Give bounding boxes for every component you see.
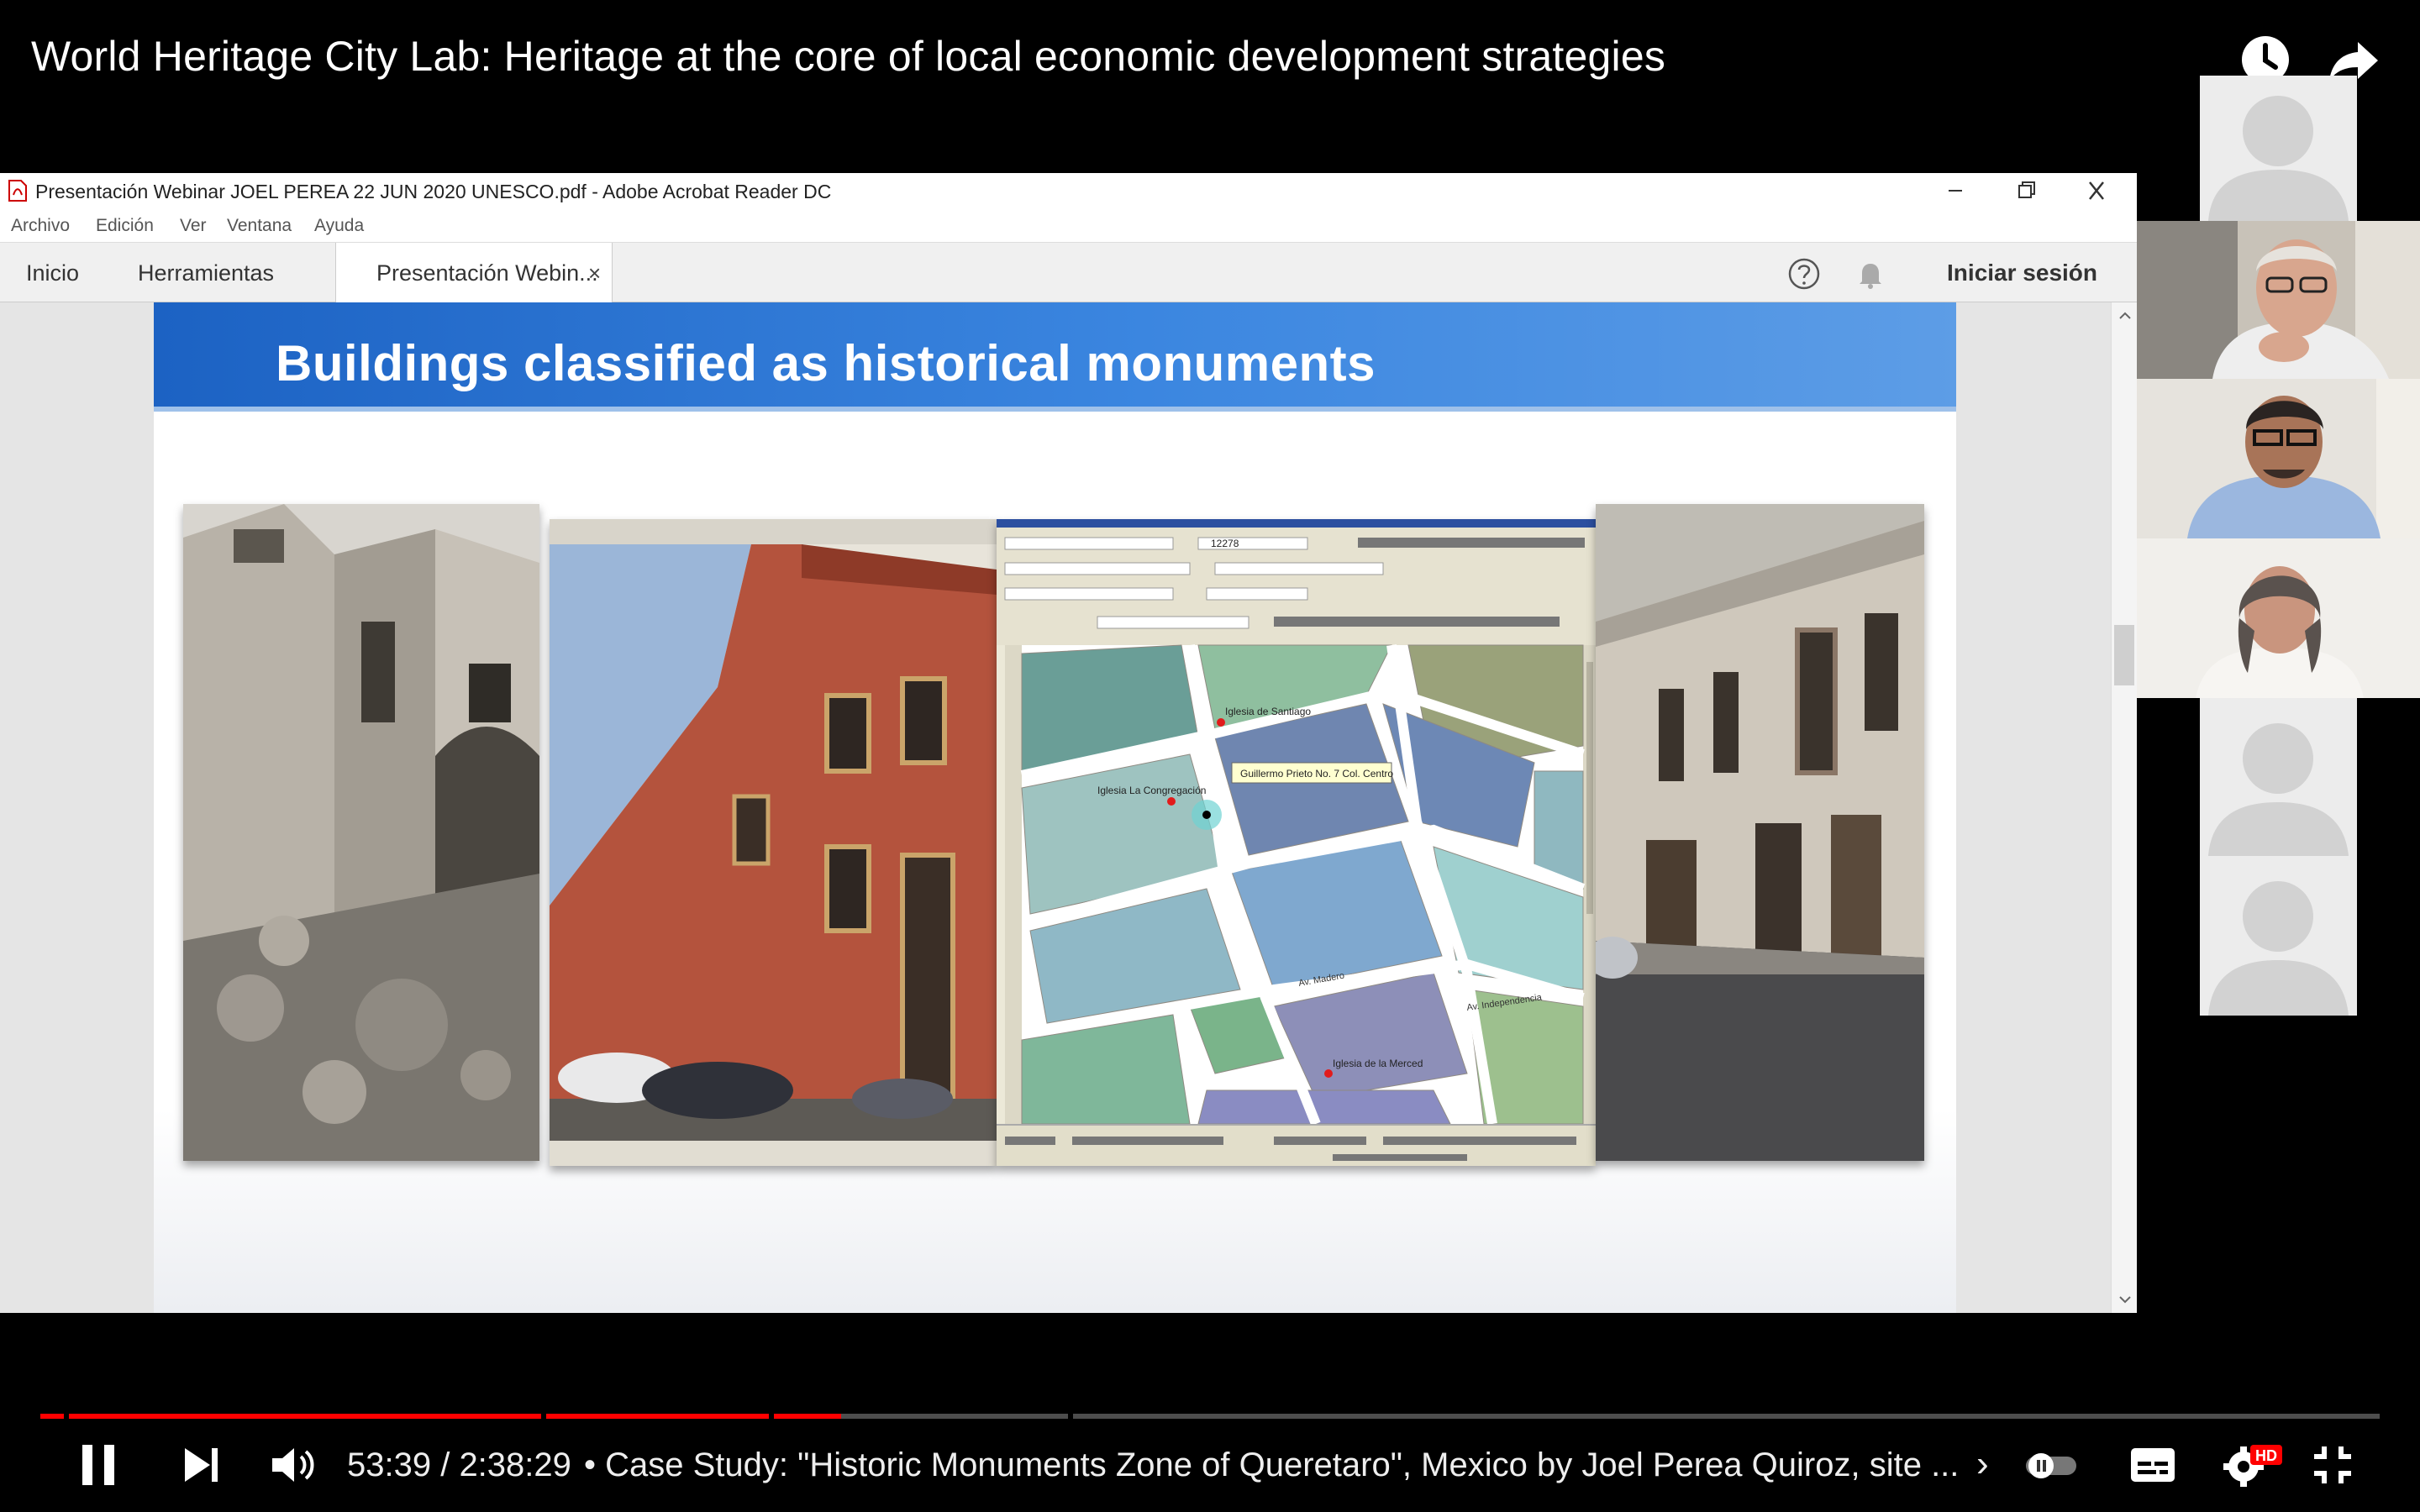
settings-gear-icon[interactable]: HD — [2218, 1440, 2286, 1490]
participant-tile-placeholder — [2200, 76, 2357, 221]
pdf-file-icon — [8, 180, 27, 202]
sign-in-button[interactable]: Iniciar sesión — [1947, 243, 2097, 303]
pause-icon[interactable] — [76, 1440, 123, 1490]
menu-ayuda[interactable]: Ayuda — [314, 216, 364, 236]
colonial-street-photo — [1596, 504, 1924, 1161]
progress-played — [69, 1414, 541, 1419]
video-title[interactable]: World Heritage City Lab: Heritage at the… — [31, 32, 1665, 81]
map-label-congregacion: Iglesia La Congregación — [1097, 785, 1206, 796]
window-titlebar: Presentación Webinar JOEL PEREA 22 JUN 2… — [0, 173, 2137, 208]
progress-played — [546, 1414, 769, 1419]
tab-document[interactable]: Presentación Webin... × — [335, 243, 613, 303]
tab-close-icon[interactable]: × — [588, 243, 601, 303]
tab-document-label: Presentación Webin... — [376, 260, 598, 286]
map-label-santiago: Iglesia de Santiago — [1225, 706, 1311, 717]
tab-herramientas[interactable]: Herramientas — [138, 243, 274, 303]
vertical-scrollbar[interactable] — [2111, 302, 2137, 1313]
menu-bar: Archivo Edición Ver Ventana Ayuda — [0, 208, 2137, 242]
menu-ventana[interactable]: Ventana — [227, 216, 292, 236]
exit-fullscreen-icon[interactable] — [2307, 1440, 2358, 1490]
menu-ver[interactable]: Ver — [180, 216, 207, 236]
autoplay-toggle[interactable] — [2021, 1440, 2081, 1490]
progress-played — [40, 1414, 64, 1419]
participant-tile-placeholder — [2200, 698, 2357, 856]
document-viewport[interactable]: Buildings classified as historical monum… — [0, 302, 2111, 1313]
participant-tile-placeholder — [2200, 856, 2357, 1016]
participant-video-2 — [2137, 379, 2420, 538]
subtitles-icon[interactable] — [2128, 1440, 2178, 1490]
menu-archivo[interactable]: Archivo — [11, 216, 70, 236]
next-video-icon[interactable] — [178, 1440, 225, 1490]
gis-map-screenshot: Guillermo Prieto No. 7 Col. Centro Igles… — [997, 519, 1596, 1166]
participant-video-3 — [2137, 538, 2420, 698]
tab-bar: Inicio Herramientas Presentación Webin..… — [0, 242, 2137, 303]
participant-video-1 — [2137, 221, 2420, 379]
user-silhouette-icon — [2200, 698, 2357, 856]
volume-icon[interactable] — [267, 1440, 318, 1490]
user-silhouette-icon — [2200, 856, 2357, 1016]
bell-icon[interactable] — [1854, 257, 1887, 291]
time-display: 53:39 / 2:38:29 — [347, 1446, 571, 1483]
restore-icon[interactable] — [2005, 176, 2047, 205]
chapter-chevron-icon[interactable]: › — [1976, 1443, 1989, 1485]
progress-played — [774, 1414, 841, 1419]
map-address-label: Guillermo Prieto No. 7 Col. Centro — [1240, 768, 1393, 780]
slide-banner-underline — [154, 407, 1956, 412]
scroll-down-icon[interactable] — [2117, 1291, 2133, 1308]
chapter-segment[interactable] — [1073, 1414, 2380, 1419]
red-building-photo — [550, 519, 997, 1166]
hd-badge: HD — [2255, 1447, 2277, 1464]
progress-bar[interactable] — [40, 1414, 2380, 1419]
map-label-merced: Iglesia de la Merced — [1333, 1058, 1423, 1069]
acrobat-window: Presentación Webinar JOEL PEREA 22 JUN 2… — [0, 173, 2137, 1313]
slide-title: Buildings classified as historical monum… — [276, 335, 1376, 391]
map-scale-value: 12278 — [1211, 538, 1239, 549]
window-title: Presentación Webinar JOEL PEREA 22 JUN 2… — [35, 181, 832, 202]
ruined-building-photo — [183, 504, 539, 1161]
slide-page: Buildings classified as historical monum… — [154, 302, 1956, 1313]
scrollbar-thumb[interactable] — [2114, 625, 2134, 685]
menu-edicion[interactable]: Edición — [96, 216, 154, 236]
close-icon[interactable] — [2075, 176, 2118, 205]
scroll-up-icon[interactable] — [2117, 307, 2133, 324]
help-icon[interactable] — [1787, 257, 1821, 291]
tab-inicio[interactable]: Inicio — [26, 243, 79, 303]
chapter-title[interactable]: • Case Study: "Historic Monuments Zone o… — [584, 1446, 1959, 1484]
user-silhouette-icon — [2200, 76, 2357, 221]
minimize-icon[interactable] — [1934, 176, 1976, 205]
